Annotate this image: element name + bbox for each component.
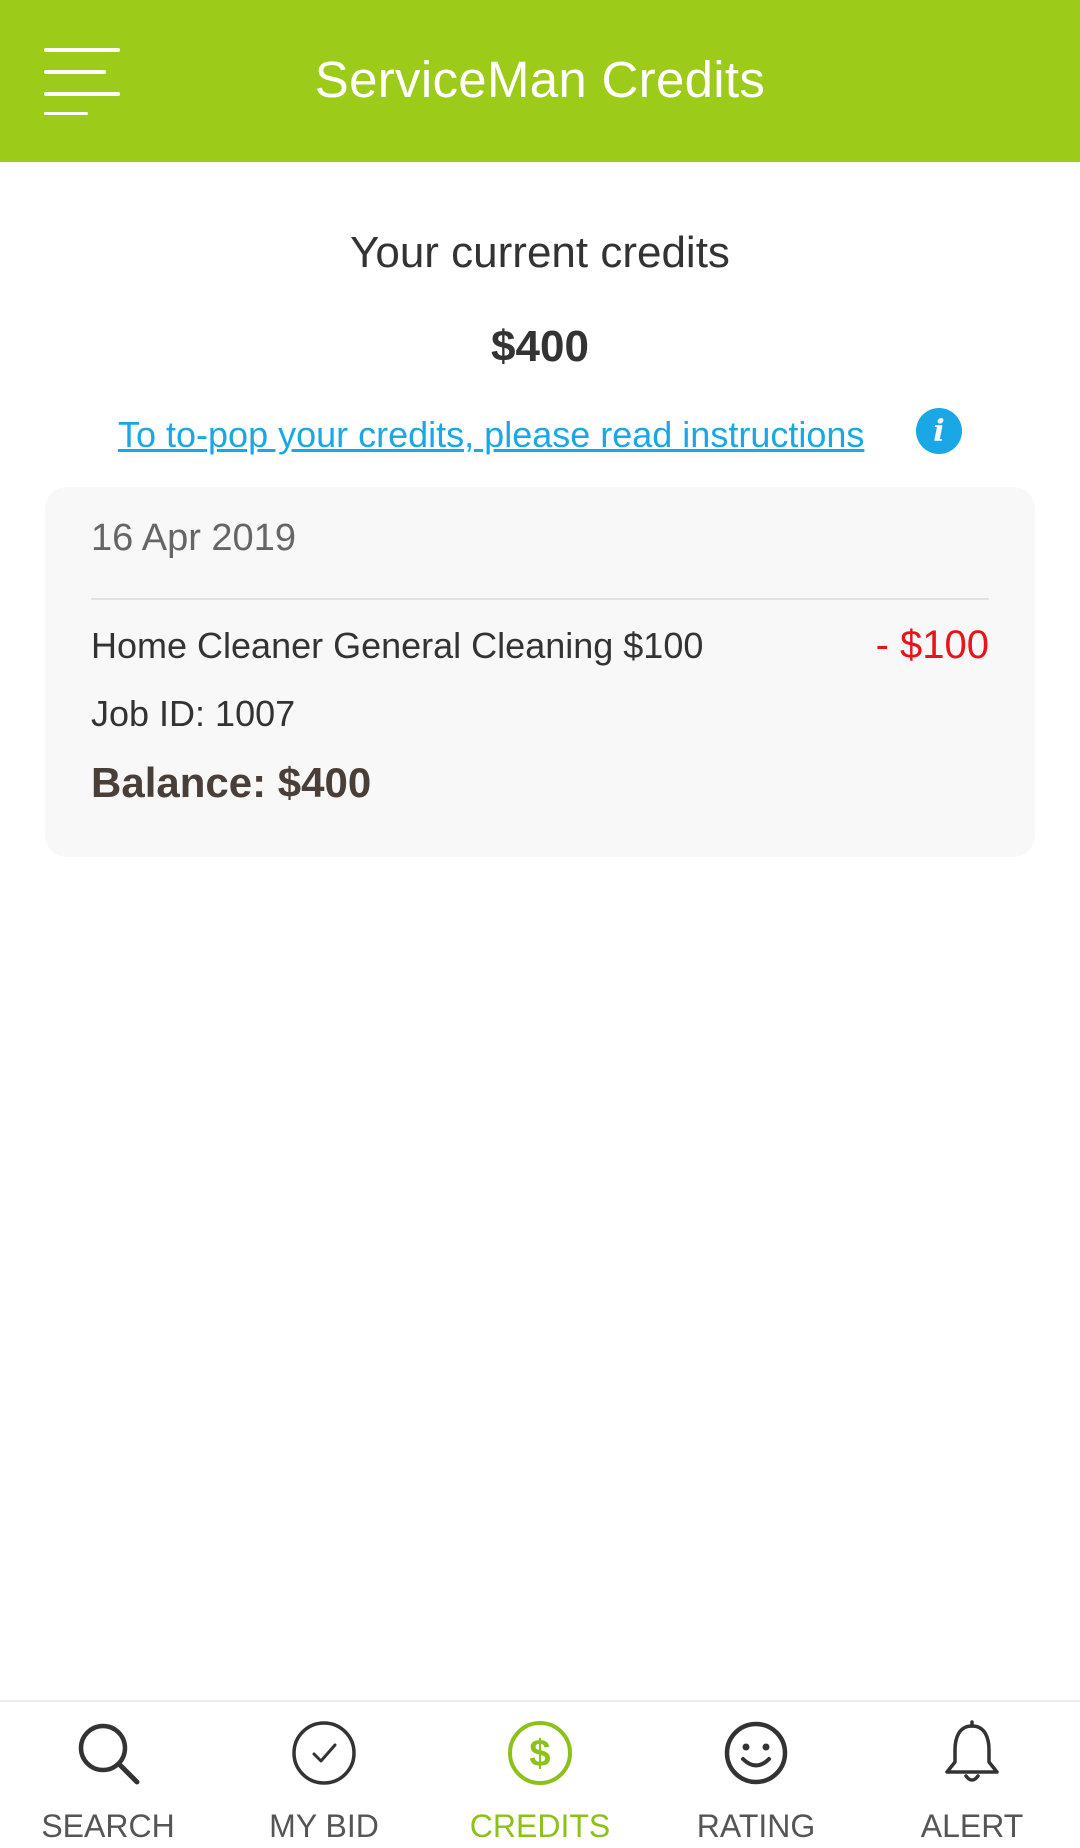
transaction-amount: - $100 bbox=[875, 623, 989, 667]
transaction-job-id: Job ID: 1007 bbox=[91, 693, 296, 734]
top-app-bar: ServiceMan Credits bbox=[0, 0, 1080, 162]
nav-label: CREDITS bbox=[469, 1808, 611, 1844]
page-title: ServiceMan Credits bbox=[314, 51, 766, 108]
smiley-icon bbox=[721, 1718, 791, 1788]
bell-icon bbox=[937, 1718, 1007, 1788]
nav-label: ALERT bbox=[920, 1808, 1024, 1844]
info-icon[interactable]: i bbox=[916, 408, 962, 454]
current-credits-amount: $400 bbox=[491, 322, 589, 371]
transaction-date: 16 Apr 2019 bbox=[91, 517, 296, 559]
instructions-row: To to-pop your credits, please read inst… bbox=[0, 408, 1080, 460]
check-circle-icon bbox=[289, 1718, 359, 1788]
nav-label: MY BID bbox=[269, 1808, 379, 1844]
app-root: ServiceMan Credits Your current credits … bbox=[0, 0, 1080, 1848]
transaction-balance: Balance: $400 bbox=[91, 759, 372, 806]
nav-label: RATING bbox=[696, 1808, 816, 1844]
dollar-circle-icon: $ bbox=[505, 1718, 575, 1788]
search-icon bbox=[73, 1718, 143, 1788]
nav-item-credits[interactable]: $ CREDITS bbox=[432, 1702, 648, 1848]
nav-label: SEARCH bbox=[41, 1808, 175, 1844]
nav-item-alert[interactable]: ALERT bbox=[864, 1702, 1080, 1848]
nav-item-search[interactable]: SEARCH bbox=[0, 1702, 216, 1848]
current-credits-label: Your current credits bbox=[350, 228, 730, 277]
transaction-description: Home Cleaner General Cleaning $100 bbox=[91, 625, 704, 666]
nav-item-rating[interactable]: RATING bbox=[648, 1702, 864, 1848]
instructions-link[interactable]: To to-pop your credits, please read inst… bbox=[118, 414, 864, 456]
transaction-card: 16 Apr 2019 Home Cleaner General Cleanin… bbox=[45, 487, 1035, 857]
nav-item-my-bid[interactable]: MY BID bbox=[216, 1702, 432, 1848]
svg-text:$: $ bbox=[529, 1733, 550, 1775]
bottom-navigation: SEARCH MY BID $ CREDITS RATING ALERT bbox=[0, 1700, 1080, 1848]
card-divider bbox=[91, 598, 989, 600]
